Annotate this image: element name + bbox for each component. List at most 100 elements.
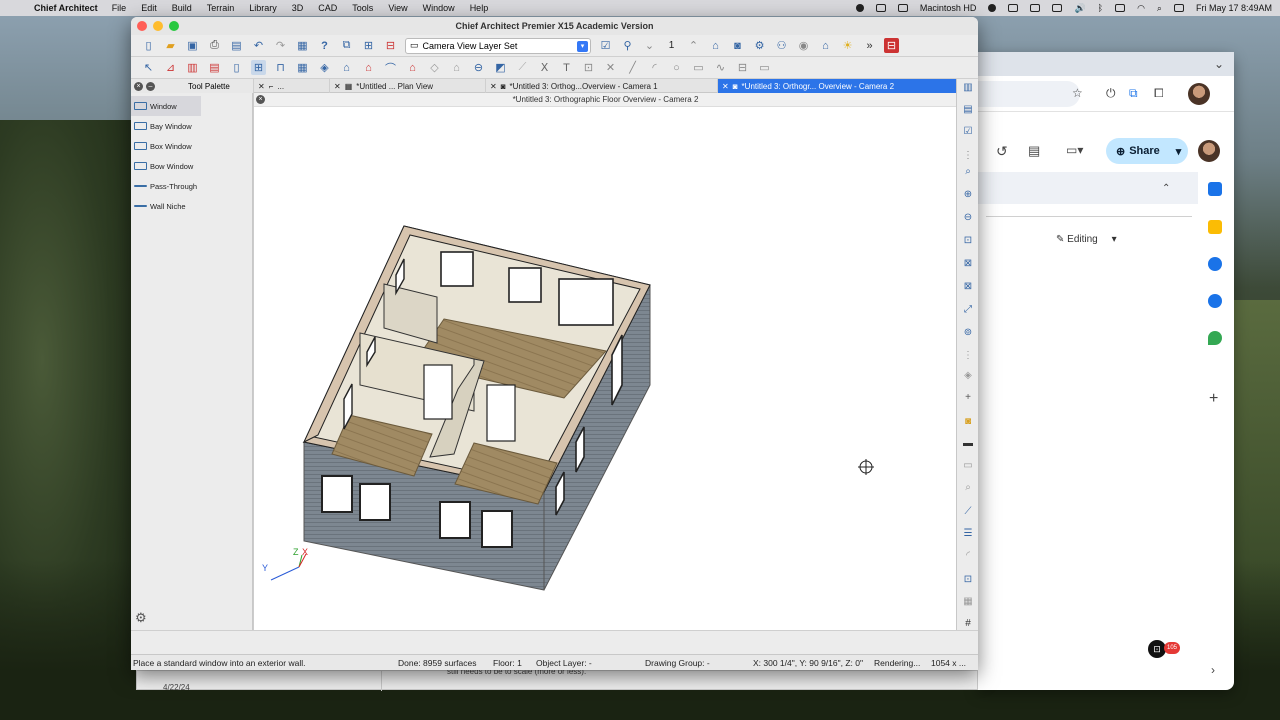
menubar-clock[interactable]: Fri May 17 8:49AM (1196, 3, 1272, 13)
close-palette-icon[interactable]: × (134, 81, 143, 91)
gear-icon[interactable]: ⚙ (135, 610, 147, 626)
share-button[interactable]: ⊕ Share ▾ (1106, 138, 1188, 164)
spline-tool-icon[interactable]: ∿ (713, 60, 728, 75)
history-icon[interactable]: ↺ (996, 144, 1008, 158)
power-icon[interactable]: ⏻ (1106, 87, 1116, 99)
open-folder-icon[interactable]: ▰ (163, 38, 178, 53)
print-preview-icon[interactable]: ▤ (229, 38, 244, 53)
house-model[interactable]: Y Z X (254, 107, 957, 630)
undo-icon[interactable]: ↶ (251, 38, 266, 53)
dimension-tool-icon[interactable]: Ⅹ (537, 60, 552, 75)
chevron-up-icon[interactable]: ⌃ (1162, 184, 1170, 194)
camera-tool-icon[interactable]: ◙ (961, 415, 975, 429)
palette-item-box-window[interactable]: Box Window (131, 136, 252, 156)
editing-mode-dropdown[interactable]: ✎ Editing ▾ (1056, 234, 1117, 245)
fixture-icon[interactable]: ⚲ (620, 38, 635, 53)
horizontal-scroll-area[interactable] (131, 630, 978, 650)
print-icon[interactable]: ⎙ (207, 38, 222, 53)
door-icon[interactable]: ▯ (229, 60, 244, 75)
shape-icon[interactable]: ⊖ (471, 60, 486, 75)
transform-tool-icon[interactable]: ▭ (757, 60, 772, 75)
star-icon[interactable]: ☆ (1072, 87, 1083, 99)
keep-icon[interactable] (1208, 220, 1222, 234)
rectangle-tool-icon[interactable]: ▭ (691, 60, 706, 75)
slab-icon[interactable]: ◇ (427, 60, 442, 75)
edit-tools-icon[interactable]: ⊟ (735, 60, 750, 75)
pan-icon[interactable]: ⊚ (961, 326, 975, 340)
curve-icon[interactable]: ◜ (961, 549, 975, 563)
palette-item-bow-window[interactable]: Bow Window (131, 156, 252, 176)
new-file-icon[interactable]: ▯ (141, 38, 156, 53)
clock-icon[interactable] (1008, 4, 1019, 12)
zoom-window-button[interactable] (169, 21, 179, 31)
bluetooth-icon[interactable]: ᛒ (1098, 3, 1103, 13)
display-icon[interactable] (1030, 4, 1041, 12)
more-icon[interactable]: ⋮ (961, 349, 975, 363)
tasks-icon[interactable] (1208, 257, 1222, 271)
arc-tool-icon[interactable]: ◜ (647, 60, 662, 75)
layer-props-icon[interactable]: ☑ (598, 38, 613, 53)
select-arrow-icon[interactable]: ↖ (141, 60, 156, 75)
elevation-icon[interactable]: ⌂ (818, 38, 833, 53)
tab-plan-view[interactable]: ✕ ▦ *Untitled ... Plan View (329, 79, 485, 93)
palette-item-pass-through[interactable]: Pass-Through (131, 176, 252, 196)
library-icon[interactable]: ▥ (961, 81, 975, 95)
minimize-window-button[interactable] (153, 21, 163, 31)
more-icon[interactable]: ⋮ (961, 149, 975, 163)
address-bar[interactable] (968, 81, 1080, 107)
meet-icon[interactable]: ▭▾ (1066, 144, 1083, 156)
tab-0[interactable]: ✕ ⌐ ... (253, 79, 329, 93)
checklist-icon[interactable]: ☑ (961, 125, 975, 139)
battery-icon[interactable] (1115, 4, 1126, 12)
overflow-icon[interactable]: » (862, 38, 877, 53)
text-tool-icon[interactable]: T (559, 60, 574, 75)
comment-icon[interactable]: ▤ (1028, 144, 1040, 157)
disk-label[interactable]: Macintosh HD (920, 3, 977, 13)
save-icon[interactable]: ▣ (185, 38, 200, 53)
zoom-in-icon[interactable]: ⊕ (961, 188, 975, 202)
fill-window-icon[interactable]: ⊠ (961, 257, 975, 271)
circle-tool-icon[interactable]: ○ (669, 60, 684, 75)
redo-icon[interactable]: ↷ (273, 38, 288, 53)
building-icon[interactable]: ⌂ (405, 60, 420, 75)
edit-icon[interactable]: ▦ (295, 38, 310, 53)
close-tab-icon[interactable]: ✕ (334, 82, 341, 91)
floor-up-icon[interactable]: ⌃ (686, 38, 701, 53)
add-icon[interactable]: + (1209, 391, 1218, 407)
line-tool-icon[interactable]: ╱ (625, 60, 640, 75)
fill-all-icon[interactable]: ⊠ (961, 280, 975, 294)
menu-window[interactable]: Window (423, 3, 455, 13)
framing-icon[interactable]: ▦ (295, 60, 310, 75)
close-tab-icon[interactable]: ✕ (490, 82, 497, 91)
close-tab-icon[interactable]: ✕ (722, 82, 729, 91)
close-tab-icon[interactable]: ✕ (258, 82, 265, 91)
grid-snap-icon[interactable]: # (961, 617, 975, 631)
wall-tool-icon[interactable]: ⊿ (163, 60, 178, 75)
sheet-icon[interactable]: ▤ (961, 103, 975, 117)
menu-terrain[interactable]: Terrain (207, 3, 235, 13)
menu-build[interactable]: Build (172, 3, 192, 13)
minimize-palette-icon[interactable]: – (146, 81, 155, 91)
callout-icon[interactable]: ⊡ (581, 60, 596, 75)
gable-icon[interactable]: ⌂ (361, 60, 376, 75)
search-view-icon[interactable]: ⌕ (961, 481, 975, 495)
layer-set-select[interactable]: ▭ Camera View Layer Set ▾ (405, 37, 591, 54)
list-check-icon[interactable]: ☰ (961, 527, 975, 541)
walkthrough-icon[interactable]: ⚇ (774, 38, 789, 53)
dimension-icon[interactable]: ⟋ (515, 60, 530, 75)
window-tool-icon[interactable]: ⊞ (251, 60, 266, 75)
zoom-fit-icon[interactable]: ⌕ (961, 165, 975, 179)
layers-icon[interactable]: ◈ (317, 60, 332, 75)
help-icon[interactable]: ? (317, 38, 332, 53)
roof-icon[interactable]: ⌂ (339, 60, 354, 75)
palette-item-bay-window[interactable]: Bay Window (131, 116, 252, 136)
render-icon[interactable]: ⚙ (752, 38, 767, 53)
menu-cad[interactable]: CAD (318, 3, 337, 13)
zoom-window-icon[interactable]: ⊡ (961, 234, 975, 248)
toggle-icon[interactable]: ▬ (961, 437, 975, 451)
layers-view-icon[interactable]: ◈ (961, 369, 975, 383)
palette-item-wall-niche[interactable]: Wall Niche (131, 196, 252, 216)
profile-avatar[interactable] (1188, 83, 1210, 105)
arch-icon[interactable]: ⌒ (383, 60, 398, 75)
material-icon[interactable]: ◉ (796, 38, 811, 53)
